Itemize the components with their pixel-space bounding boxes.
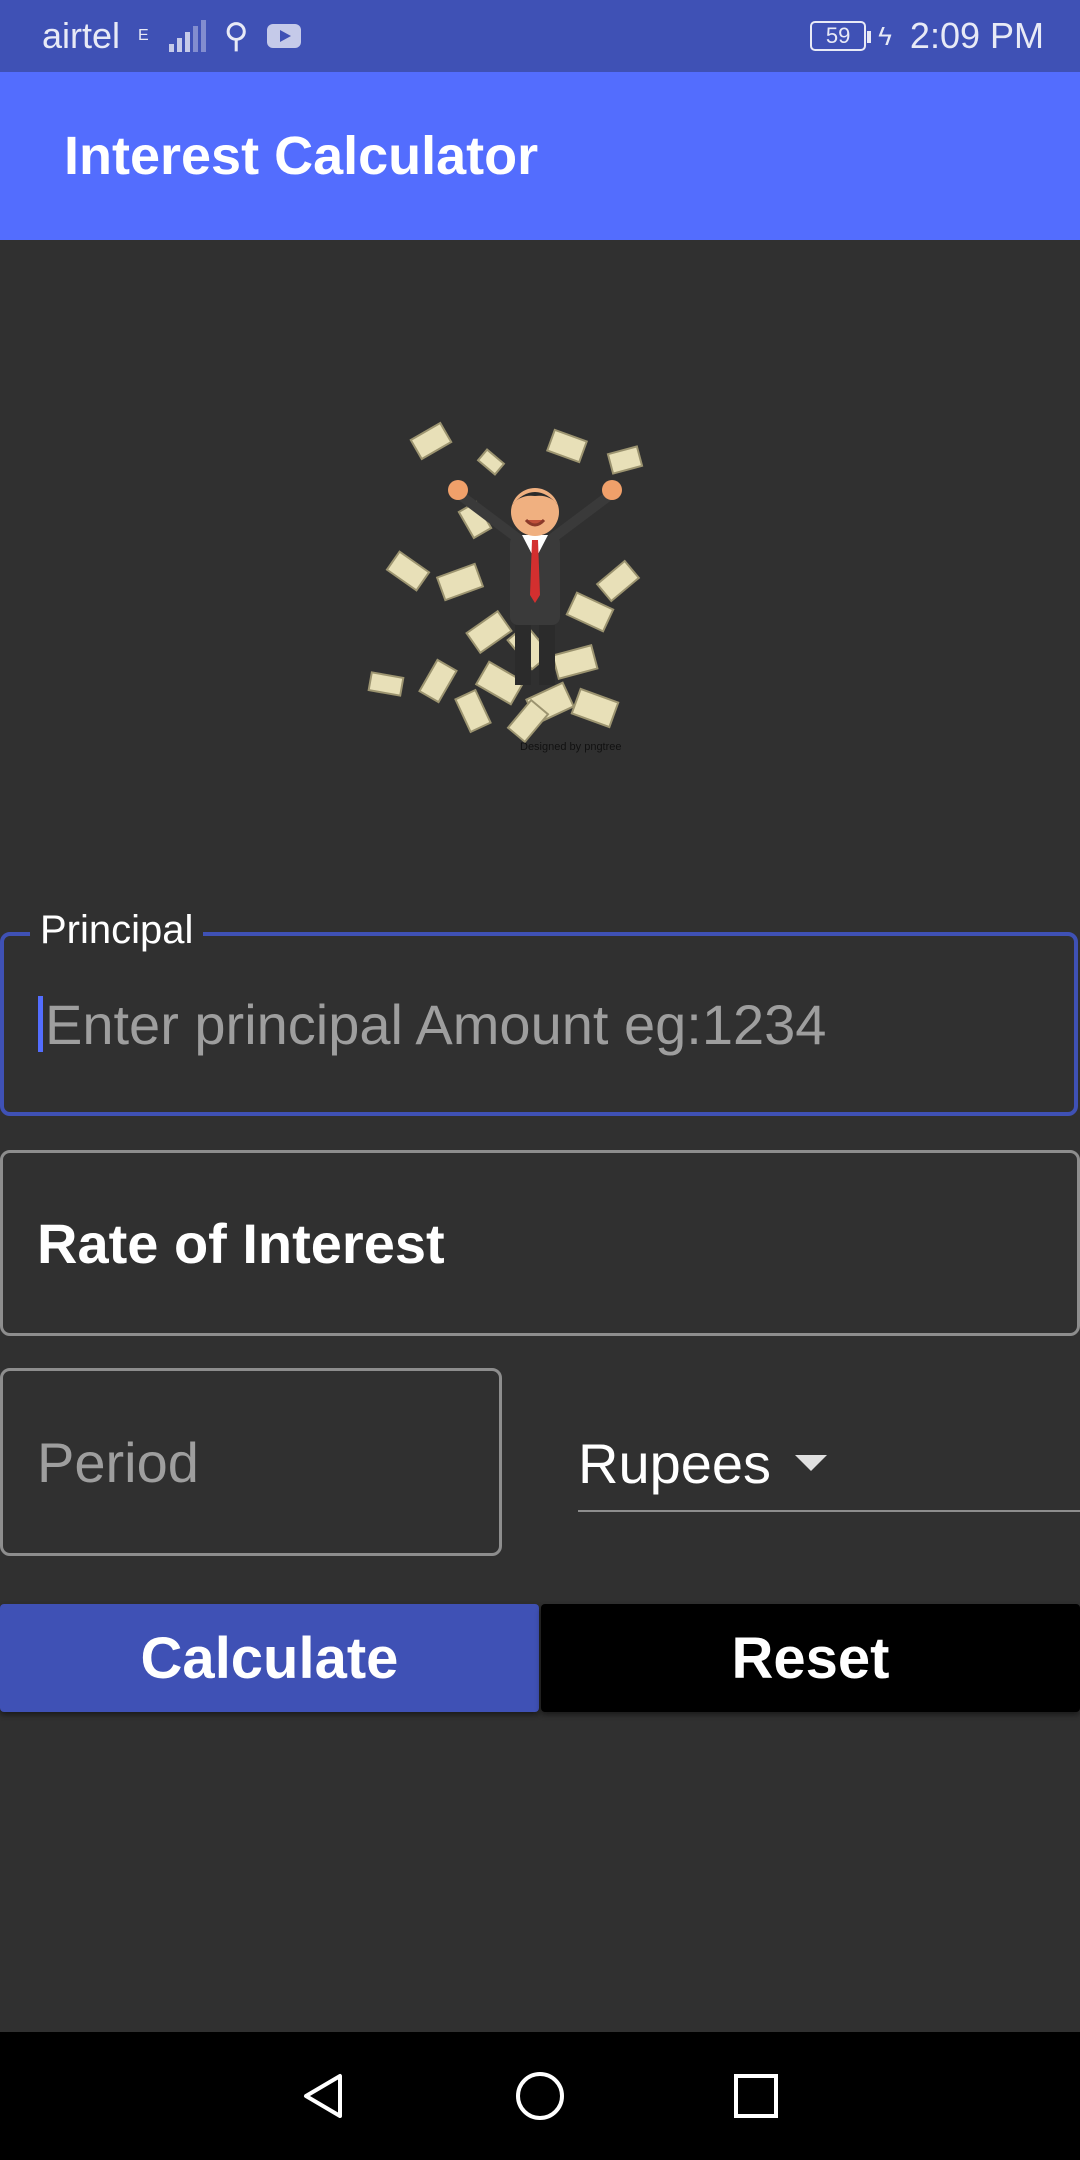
battery-level: 59 [810, 21, 872, 51]
rate-of-interest-field[interactable]: Rate of Interest [0, 1150, 1080, 1336]
status-bar: airtel E ⚲ 59 ϟ 2:09 PM [0, 0, 1080, 72]
home-icon[interactable] [512, 2068, 568, 2124]
network-type: E [138, 27, 149, 44]
battery-icon: 59 ϟ [810, 21, 892, 52]
rate-of-interest-value: Rate of Interest [37, 1211, 445, 1275]
period-input[interactable]: Period [37, 1371, 479, 1553]
reset-button[interactable]: Reset [541, 1604, 1080, 1712]
money-illustration: Designed by pngtree [367, 421, 644, 753]
usb-icon: ⚲ [223, 17, 249, 55]
principal-input[interactable]: Enter principal Amount eg:1234 [38, 936, 1054, 1112]
dropdown-arrow-icon [795, 1455, 828, 1471]
navigation-bar [0, 2032, 1080, 2160]
currency-selected: Rupees [578, 1431, 772, 1495]
app-bar: Interest Calculator [0, 72, 1080, 240]
money-bills [367, 421, 644, 744]
rate-of-interest-input[interactable]: Rate of Interest [37, 1153, 1057, 1333]
app-title: Interest Calculator [64, 126, 539, 186]
period-placeholder: Period [37, 1430, 199, 1494]
status-right: 59 ϟ 2:09 PM [810, 15, 1044, 57]
currency-dropdown[interactable]: Rupees [578, 1416, 1080, 1512]
status-time: 2:09 PM [909, 15, 1044, 56]
recents-icon[interactable] [728, 2068, 784, 2124]
youtube-icon [266, 24, 301, 48]
carrier-name: airtel [42, 15, 121, 56]
text-cursor [38, 996, 43, 1052]
status-left: airtel E ⚲ [42, 15, 301, 57]
principal-placeholder: Enter principal Amount eg:1234 [45, 992, 827, 1056]
signal-icon [168, 20, 206, 52]
period-field[interactable]: Period [0, 1368, 502, 1556]
back-icon[interactable] [296, 2068, 352, 2124]
watermark-text: Designed by pngtree [520, 741, 622, 753]
principal-field[interactable]: Principal Enter principal Amount eg:1234 [0, 908, 1078, 1116]
charging-icon: ϟ [878, 20, 892, 51]
calculate-button[interactable]: Calculate [0, 1604, 539, 1712]
